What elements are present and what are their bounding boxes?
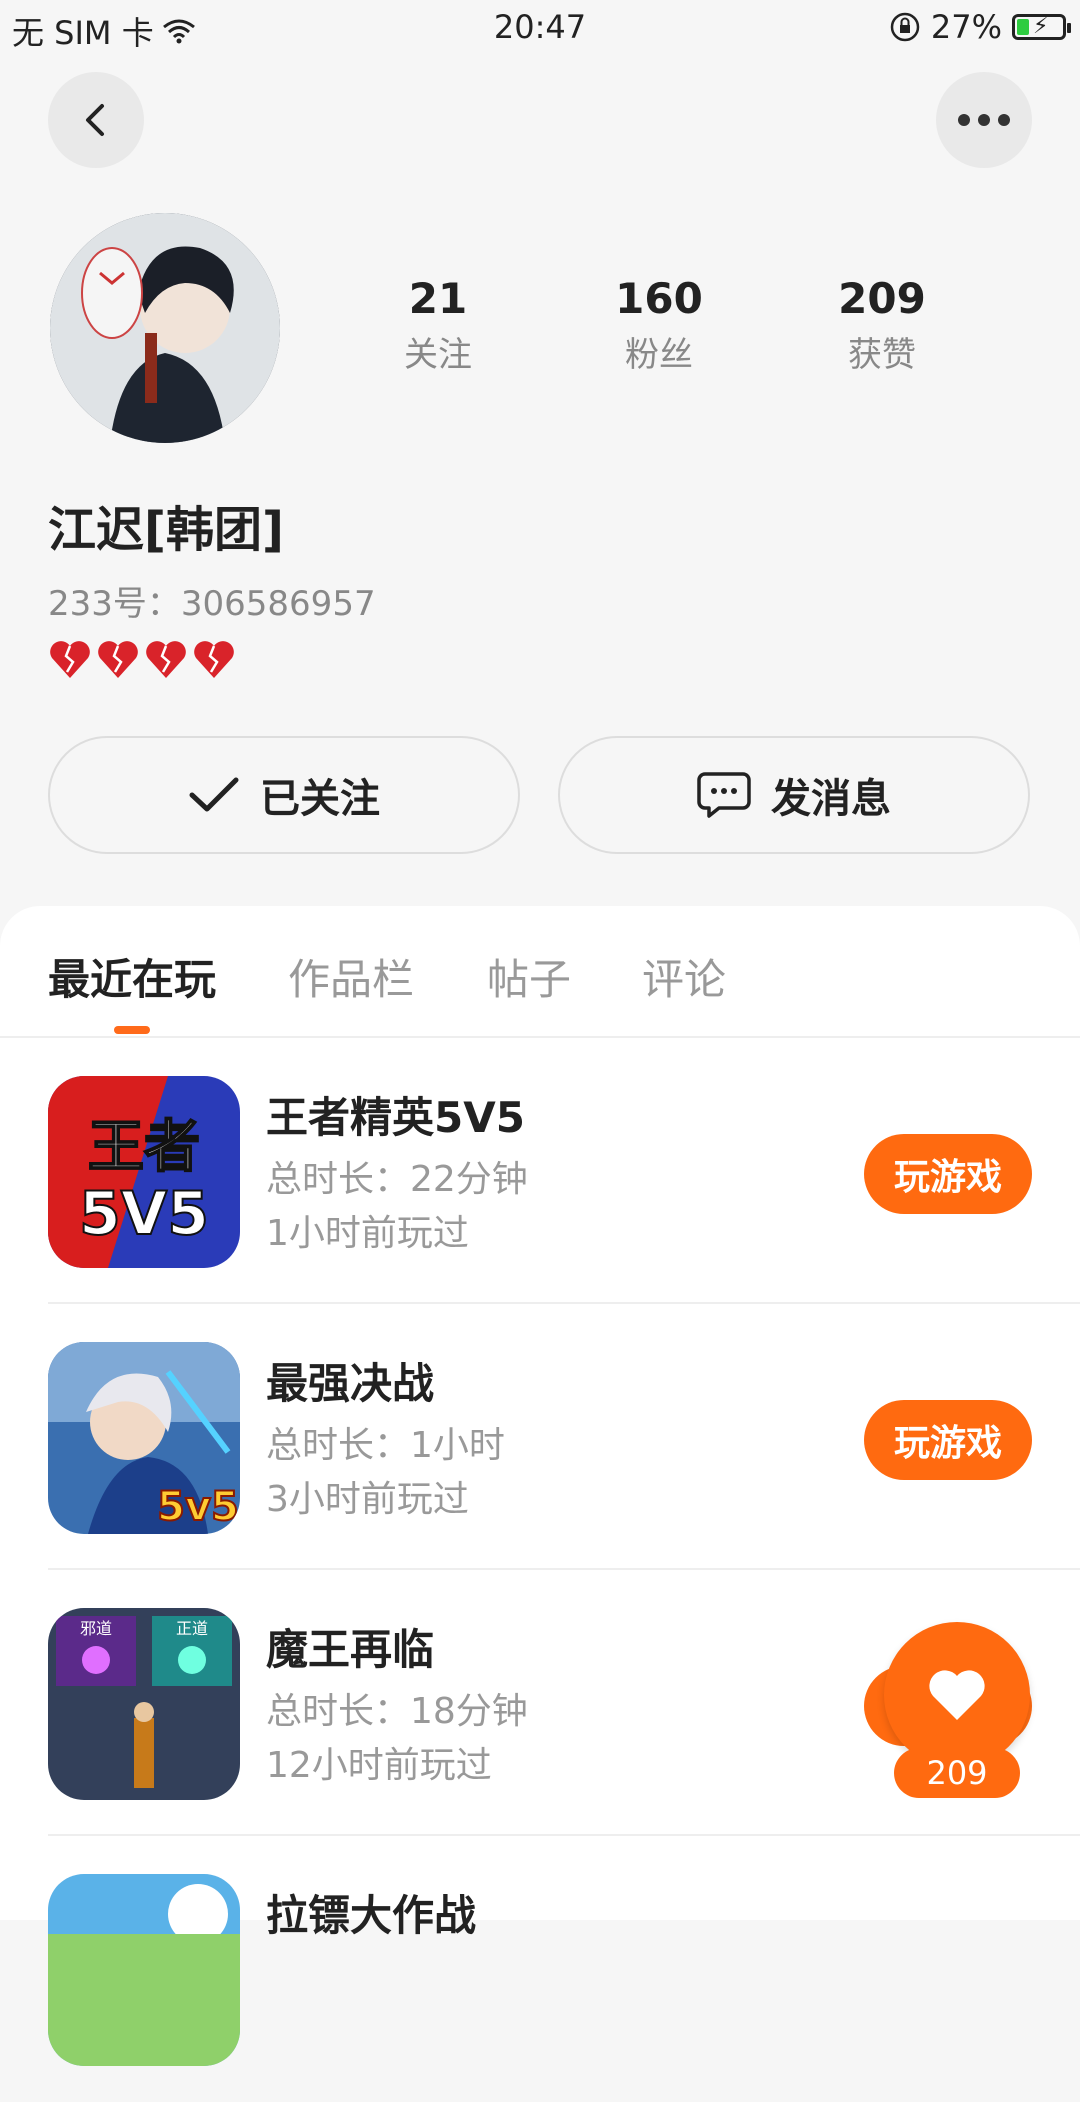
tab-works[interactable]: 作品栏 xyxy=(288,946,414,1007)
svg-text:正道: 正道 xyxy=(176,1619,208,1638)
rotation-lock-icon xyxy=(890,12,920,42)
avatar[interactable] xyxy=(50,213,280,443)
like-count-badge: 209 xyxy=(894,1748,1020,1798)
stat-following[interactable]: 21 关注 xyxy=(348,274,528,376)
send-message-label: 发消息 xyxy=(771,776,891,822)
tab-active-indicator xyxy=(114,1026,150,1034)
play-game-button[interactable]: 玩游戏 xyxy=(864,1134,1032,1214)
game-row[interactable]: 拉镖大作战 xyxy=(48,1836,1080,2102)
more-button[interactable] xyxy=(936,72,1032,168)
status-right: 27% ⚡ xyxy=(889,8,1071,46)
likes-count: 209 xyxy=(838,274,926,323)
game-name: 最强决战 xyxy=(266,1359,435,1408)
status-bar: 无 SIM 卡 20:47 27% ⚡ xyxy=(0,0,1080,56)
game-name: 魔王再临 xyxy=(266,1625,435,1674)
svg-text:王者: 王者 xyxy=(88,1115,200,1180)
broken-heart-icon xyxy=(146,641,186,678)
broken-heart-icon xyxy=(98,641,138,678)
heart-icon xyxy=(929,1670,985,1720)
user-id: 233号：306586957 xyxy=(48,584,376,624)
battery-icon: ⚡ xyxy=(1012,14,1071,40)
game-playtime: 总时长：22分钟 xyxy=(266,1159,528,1200)
game-icon: 王者 5V5 xyxy=(48,1076,240,1268)
game-name: 拉镖大作战 xyxy=(266,1891,477,1940)
game-icon: 邪道 正道 xyxy=(48,1608,240,1800)
game-playtime: 总时长：1小时 xyxy=(266,1425,505,1466)
tab-posts[interactable]: 帖子 xyxy=(487,946,571,1007)
send-message-button[interactable]: 发消息 xyxy=(558,736,1030,854)
play-game-button[interactable]: 玩游戏 xyxy=(864,1400,1032,1480)
back-button[interactable] xyxy=(48,72,144,168)
avatar-image xyxy=(50,213,280,443)
followed-button[interactable]: 已关注 xyxy=(48,736,520,854)
tab-comments[interactable]: 评论 xyxy=(642,946,726,1007)
game-playtime: 总时长：18分钟 xyxy=(266,1691,528,1732)
bio-hearts xyxy=(48,640,236,680)
tab-recently-played[interactable]: 最近在玩 xyxy=(48,946,216,1007)
broken-heart-icon xyxy=(50,641,90,678)
stat-fans[interactable]: 160 粉丝 xyxy=(569,274,749,376)
chat-bubble-icon xyxy=(697,772,751,818)
stat-likes: 209 获赞 xyxy=(792,274,972,376)
game-icon: 5v5 xyxy=(48,1342,240,1534)
followed-label: 已关注 xyxy=(260,776,380,822)
game-row[interactable]: 王者 5V5 王者精英5V5 总时长：22分钟 1小时前玩过 玩游戏 xyxy=(48,1038,1080,1304)
game-last-played: 12小时前玩过 xyxy=(266,1745,492,1786)
svg-text:5V5: 5V5 xyxy=(79,1179,209,1249)
game-name: 王者精英5V5 xyxy=(266,1093,525,1142)
chevron-left-icon xyxy=(86,104,104,136)
fans-count: 160 xyxy=(615,274,703,323)
following-label: 关注 xyxy=(404,335,472,375)
broken-heart-icon xyxy=(194,641,234,678)
username: 江迟[韩团] xyxy=(48,502,284,558)
check-icon xyxy=(189,777,239,812)
game-last-played: 3小时前玩过 xyxy=(266,1479,469,1520)
like-button[interactable] xyxy=(884,1622,1030,1768)
likes-label: 获赞 xyxy=(848,335,916,375)
tab-bar: 最近在玩 作品栏 帖子 评论 xyxy=(0,906,1080,1038)
battery-percent: 27% xyxy=(930,8,1002,46)
svg-text:邪道: 邪道 xyxy=(80,1619,112,1638)
game-icon xyxy=(48,1874,240,2066)
following-count: 21 xyxy=(408,274,468,323)
svg-text:5v5: 5v5 xyxy=(157,1484,239,1530)
game-last-played: 1小时前玩过 xyxy=(266,1213,469,1254)
fans-label: 粉丝 xyxy=(625,335,693,375)
game-row[interactable]: 5v5 最强决战 总时长：1小时 3小时前玩过 玩游戏 xyxy=(48,1304,1080,1570)
more-dots-icon xyxy=(958,114,1010,126)
